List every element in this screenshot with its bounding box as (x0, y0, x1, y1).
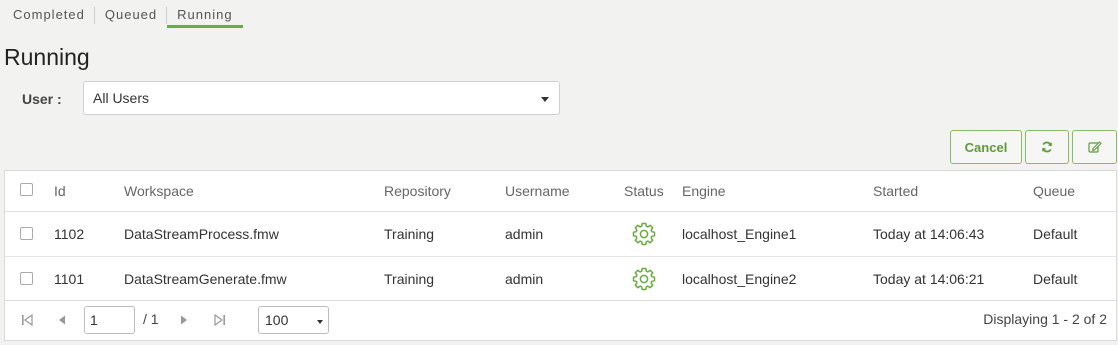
page-number-input[interactable]: 1 (84, 306, 135, 334)
select-all-checkbox[interactable] (20, 183, 33, 196)
cancel-button[interactable]: Cancel (950, 130, 1022, 164)
job-queue: Default (1033, 271, 1078, 287)
job-started: Today at 14:06:21 (873, 271, 985, 287)
table-row[interactable]: 1101 DataStreamGenerate.fmw Training adm… (5, 257, 1116, 301)
page-number-value: 1 (90, 312, 98, 328)
column-header-workspace[interactable]: Workspace (124, 183, 194, 199)
jobs-table: Id Workspace Repository Username Status … (4, 170, 1117, 341)
displaying-count: Displaying 1 - 2 of 2 (983, 311, 1107, 327)
column-header-started[interactable]: Started (873, 183, 918, 199)
column-header-queue[interactable]: Queue (1033, 183, 1075, 199)
refresh-button[interactable] (1025, 130, 1069, 164)
page-size-select[interactable]: 100 (258, 306, 329, 334)
job-started: Today at 14:06:43 (873, 226, 985, 242)
user-filter-label: User : (22, 91, 62, 107)
job-id: 1102 (54, 226, 85, 242)
running-gear-icon (632, 267, 656, 291)
column-header-status[interactable]: Status (624, 183, 664, 199)
job-repository: Training (384, 271, 435, 287)
table-row[interactable]: 1102 DataStreamProcess.fmw Training admi… (5, 212, 1116, 257)
page-size-value: 100 (265, 312, 289, 328)
job-workspace: DataStreamProcess.fmw (124, 226, 279, 242)
last-page-icon[interactable] (214, 314, 226, 326)
edit-button[interactable] (1072, 130, 1117, 164)
cancel-button-label: Cancel (964, 139, 1008, 155)
row-checkbox[interactable] (20, 227, 33, 240)
pagination-bar: 1 / 1 100 Displaying 1 - 2 of 2 (5, 301, 1116, 341)
job-engine: localhost_Engine1 (682, 226, 797, 242)
tab-completed-label: Completed (13, 7, 85, 22)
refresh-icon (1042, 141, 1052, 153)
tab-queued[interactable]: Queued (95, 0, 168, 27)
previous-page-icon[interactable] (57, 314, 67, 326)
job-repository: Training (384, 226, 435, 242)
job-username: admin (505, 226, 544, 242)
tab-running-label: Running (177, 7, 233, 22)
tab-completed[interactable]: Completed (0, 0, 95, 27)
table-header: Id Workspace Repository Username Status … (5, 171, 1116, 212)
job-tabs: Completed Queued Running (0, 0, 243, 28)
column-header-username[interactable]: Username (505, 183, 570, 199)
user-filter-select[interactable]: All Users (83, 81, 560, 115)
row-checkbox[interactable] (20, 272, 33, 285)
tab-queued-label: Queued (104, 7, 158, 22)
job-queue: Default (1033, 226, 1078, 242)
job-id: 1101 (54, 271, 85, 287)
user-filter-value: All Users (93, 90, 150, 106)
first-page-icon[interactable] (21, 314, 33, 326)
job-engine: localhost_Engine2 (682, 271, 797, 287)
column-header-id[interactable]: Id (54, 183, 66, 199)
running-gear-icon (632, 222, 656, 246)
column-header-repository[interactable]: Repository (384, 183, 451, 199)
tab-running[interactable]: Running (167, 0, 243, 28)
page-total: / 1 (143, 311, 159, 327)
chevron-down-icon (317, 320, 323, 324)
chevron-down-icon (541, 97, 549, 102)
next-page-icon[interactable] (179, 314, 189, 326)
column-header-engine[interactable]: Engine (682, 183, 726, 199)
job-username: admin (505, 271, 544, 287)
page-title: Running (4, 44, 90, 70)
job-workspace: DataStreamGenerate.fmw (124, 271, 287, 287)
edit-icon (1087, 141, 1102, 153)
